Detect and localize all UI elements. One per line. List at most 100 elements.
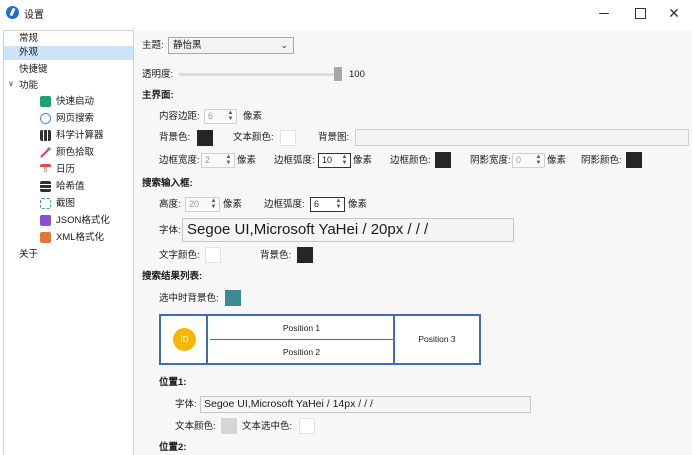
- nav-item-about[interactable]: 关于: [19, 248, 38, 262]
- search-bg-swatch[interactable]: [297, 247, 313, 263]
- px-unit: 像素: [223, 199, 243, 210]
- chevron-down-icon: ⌄: [280, 40, 288, 50]
- opacity-label: 透明度:: [142, 69, 174, 80]
- theme-label: 主题:: [142, 40, 164, 51]
- search-radius-label: 边框弧度:: [264, 199, 305, 210]
- stepper-arrows-icon: ▲ ▼: [335, 198, 342, 210]
- xml-icon: [40, 232, 51, 243]
- minimize-button[interactable]: [586, 0, 622, 26]
- app-logo-icon: [6, 6, 19, 19]
- result-list-section-title: 搜索结果列表:: [142, 271, 203, 282]
- shadow-color-swatch[interactable]: [626, 152, 642, 168]
- bg-image-label: 背景图:: [318, 132, 350, 143]
- selected-bg-label: 选中时背景色:: [159, 293, 219, 304]
- nav-item-label: 快速启动: [56, 96, 95, 107]
- globe-icon: [40, 113, 51, 124]
- nav-item-calendar[interactable]: 5 日历: [40, 163, 76, 177]
- pos1-font-value: Segoe UI,Microsoft YaHei / 14px / / /: [204, 398, 373, 410]
- nav-item-screenshot[interactable]: 截图: [40, 197, 76, 211]
- nav-item-label: 网页搜索: [56, 113, 95, 124]
- nav-item-label: 颜色拾取: [56, 147, 95, 158]
- pos1-font-selector[interactable]: Segoe UI,Microsoft YaHei / 14px / / /: [200, 396, 531, 413]
- search-font-selector[interactable]: Segoe UI,Microsoft YaHei / 20px / / /: [182, 218, 514, 242]
- nav-item-features[interactable]: 功能: [19, 79, 38, 93]
- shadow-width-stepper[interactable]: 0 ▲ ▼: [512, 153, 545, 168]
- nav-item-quick-launch[interactable]: 快速启动: [40, 95, 95, 109]
- preview-position-2[interactable]: Position 2: [210, 341, 393, 363]
- nav-item-xml[interactable]: XML格式化: [40, 231, 105, 245]
- stepper-arrows-icon: ▲ ▼: [227, 110, 234, 122]
- search-bg-label: 背景色:: [260, 250, 292, 261]
- opacity-slider-thumb[interactable]: [334, 67, 342, 81]
- preview-position-1[interactable]: Position 1: [210, 316, 393, 340]
- border-width-stepper-value: 2: [205, 155, 211, 165]
- nav-item-calculator[interactable]: 科学计算器: [40, 129, 104, 143]
- color-picker-icon: [40, 147, 51, 158]
- padding-stepper[interactable]: 6 ▲ ▼: [204, 109, 237, 124]
- nav-item-web-search[interactable]: 网页搜索: [40, 112, 95, 126]
- border-radius-stepper[interactable]: 10 ▲ ▼: [318, 153, 351, 168]
- nav-item-label: 哈希值: [56, 181, 85, 192]
- nav-item-label: 常规: [19, 33, 39, 44]
- settings-nav-tree: 常规 外观 快捷键 ∨ 功能 快速启动 网页搜索 科学计算器 颜色拾取 5 日历…: [3, 30, 134, 455]
- border-color-label: 边框颜色:: [390, 155, 431, 166]
- theme-select-value: 静怡黑: [173, 40, 202, 51]
- search-text-color-swatch[interactable]: [205, 247, 221, 263]
- nav-item-general[interactable]: 常规: [19, 32, 38, 46]
- close-button[interactable]: ✕: [656, 0, 692, 26]
- pos1-selected-color-swatch[interactable]: [299, 418, 315, 434]
- text-color-swatch[interactable]: [280, 130, 296, 146]
- opacity-slider-track[interactable]: [179, 73, 339, 76]
- stepper-arrows-icon: ▲ ▼: [535, 154, 542, 166]
- nav-item-label: XML格式化: [56, 232, 105, 243]
- nav-item-label: 日历: [56, 164, 76, 175]
- nav-item-json[interactable]: JSON格式化: [40, 214, 110, 228]
- preview-id-badge: ID: [173, 328, 196, 351]
- pos1-text-color-swatch[interactable]: [221, 418, 237, 434]
- px-unit: 像素: [348, 199, 368, 210]
- nav-item-color-picker[interactable]: 颜色拾取: [40, 146, 95, 160]
- padding-label: 内容边距:: [159, 111, 200, 122]
- bg-image-input[interactable]: [355, 129, 689, 146]
- pos1-text-color-label: 文本颜色:: [175, 421, 216, 432]
- nav-item-label: 功能: [19, 80, 39, 91]
- quick-launch-icon: [40, 96, 51, 107]
- search-text-color-label: 文字颜色:: [159, 250, 200, 261]
- main-ui-section-title: 主界面:: [142, 90, 174, 101]
- border-radius-stepper-value: 10: [322, 155, 333, 165]
- bg-color-label: 背景色:: [159, 132, 191, 143]
- border-color-swatch[interactable]: [435, 152, 451, 168]
- nav-item-appearance[interactable]: 外观: [4, 46, 133, 60]
- nav-item-hotkeys[interactable]: 快捷键: [19, 63, 48, 77]
- nav-item-hash[interactable]: 哈希值: [40, 180, 85, 194]
- preview-position-3[interactable]: Position 3: [393, 316, 479, 363]
- stepper-arrows-icon: ▲ ▼: [341, 154, 348, 166]
- search-radius-stepper-value: 6: [314, 199, 320, 209]
- stepper-arrows-icon: ▲ ▼: [225, 154, 232, 166]
- search-font-value: Segoe UI,Microsoft YaHei / 20px / / /: [187, 221, 429, 238]
- border-width-stepper[interactable]: 2 ▲ ▼: [201, 153, 235, 168]
- theme-select[interactable]: 静怡黑 ⌄: [168, 37, 294, 54]
- nav-item-label: 科学计算器: [56, 130, 104, 141]
- height-stepper[interactable]: 20 ▲ ▼: [185, 197, 220, 212]
- search-input-section-title: 搜索输入框:: [142, 178, 193, 189]
- nav-item-label: 截图: [56, 198, 76, 209]
- search-radius-stepper[interactable]: 6 ▲ ▼: [310, 197, 345, 212]
- font-label: 字体:: [159, 225, 181, 236]
- preview-id-cell[interactable]: ID: [161, 316, 208, 363]
- hash-grid-icon: [40, 181, 51, 192]
- px-unit: 像素: [243, 111, 263, 122]
- height-label: 高度:: [159, 199, 181, 210]
- json-icon: [40, 215, 51, 226]
- selected-bg-swatch[interactable]: [225, 290, 241, 306]
- nav-item-label: 快捷键: [19, 64, 48, 75]
- px-unit: 像素: [353, 155, 373, 166]
- result-item-preview: ID Position 1 Position 2 Position 3: [159, 314, 481, 365]
- border-width-label: 边框宽度:: [159, 155, 200, 166]
- position1-section-title: 位置1:: [159, 377, 187, 388]
- bg-color-swatch[interactable]: [197, 130, 213, 146]
- text-color-label: 文本颜色:: [233, 132, 274, 143]
- maximize-button[interactable]: [622, 0, 658, 26]
- chevron-down-icon[interactable]: ∨: [8, 79, 14, 88]
- pos1-font-label: 字体:: [175, 399, 197, 410]
